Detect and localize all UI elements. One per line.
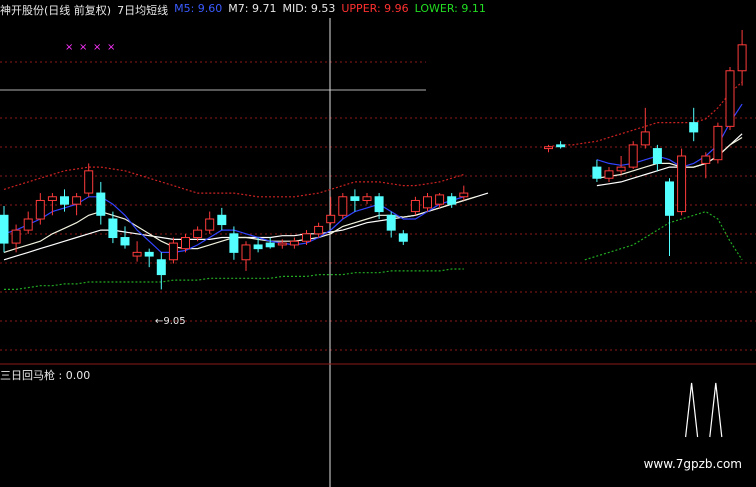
candle-body-up — [168, 242, 178, 261]
legend-mid: MID: 9.53 — [282, 2, 336, 15]
candle-body-up — [410, 199, 420, 213]
candle-body-up — [72, 196, 82, 205]
candles — [0, 30, 747, 290]
signal-marker: × — [93, 42, 101, 53]
candle-body-up — [737, 44, 747, 72]
candle-body-up — [241, 244, 251, 261]
legend-indicator-name: 7日均短线 — [117, 4, 169, 17]
candle-body-up — [423, 196, 432, 209]
candle-body-down — [120, 237, 130, 246]
candle-body-up — [193, 229, 203, 239]
legend-m7: M7: 9.71 — [228, 2, 277, 15]
candle-body-up — [181, 237, 190, 250]
candle-body-down — [386, 214, 396, 231]
candle-body-down — [96, 192, 106, 216]
candle-body-up — [616, 166, 626, 172]
signal-marks: × × × × — [65, 42, 115, 53]
signal-marker: × — [107, 42, 115, 53]
candle-body-up — [84, 170, 94, 194]
candle-body-up — [132, 251, 142, 257]
candle-body-down — [665, 181, 674, 216]
candle-body-down — [374, 196, 384, 213]
candle-body-up — [35, 199, 45, 220]
candle-body-up — [677, 155, 687, 213]
candle-body-up — [701, 155, 711, 164]
candle-body-up — [205, 218, 215, 231]
candle-body-up — [338, 196, 348, 216]
candle-body-up — [11, 229, 21, 244]
candle-body-up — [713, 125, 723, 161]
candle-body-down — [689, 122, 699, 133]
candle-body-up — [725, 70, 735, 127]
signal-marker: × — [65, 42, 73, 53]
candle-body-up — [23, 218, 33, 231]
candle-body-up — [47, 196, 57, 201]
candle-body-up — [604, 170, 614, 179]
low-price-annotation: ←9.05 — [155, 316, 186, 327]
sub-signal-spike — [685, 382, 699, 438]
legend-lower: LOWER: 9.11 — [414, 2, 486, 15]
candle-body-up — [544, 146, 553, 150]
candle-body-down — [156, 259, 166, 276]
candle-body-down — [229, 233, 239, 253]
candle-body-down — [652, 148, 662, 164]
legend-stock-name: 神开股份(日线 前复权) — [0, 4, 112, 17]
candle-body-up — [435, 194, 445, 205]
candle-body-up — [289, 240, 299, 246]
candle-body-down — [0, 214, 9, 244]
candle-body-down — [60, 196, 69, 205]
kline-chart[interactable]: × × × × ←9.05 — [0, 0, 756, 487]
indicator-lines — [3, 81, 743, 290]
signal-marker: × — [79, 42, 87, 53]
candle-body-down — [144, 251, 154, 257]
candle-body-down — [592, 166, 602, 179]
candle-body-down — [108, 218, 118, 239]
sub-signal-spike — [709, 382, 723, 438]
candle-body-up — [640, 131, 650, 146]
candle-body-up — [459, 192, 469, 198]
candle-body-down — [398, 233, 408, 242]
legend-upper: UPPER: 9.96 — [341, 2, 409, 15]
candle-body-down — [447, 196, 457, 205]
candle-body-down — [217, 214, 227, 226]
candle-body-down — [253, 244, 263, 250]
candle-body-up — [302, 233, 311, 242]
main-legend: 神开股份(日线 前复权) 7日均短线 M5: 9.60 M7: 9.71 MID… — [0, 2, 492, 18]
candle-body-up — [314, 225, 324, 235]
candle-body-down — [556, 144, 566, 148]
upper-band-line — [3, 81, 743, 198]
candle-body-down — [350, 196, 360, 201]
candle-body-up — [326, 214, 336, 224]
watermark: www.7gpzb.com — [643, 457, 742, 471]
candle-body-up — [628, 144, 638, 168]
sub-indicator-legend: 三日回马枪 : 0.00 — [0, 369, 91, 382]
candle-body-up — [362, 196, 372, 201]
legend-m5: M5: 9.60 — [174, 2, 223, 15]
candle-body-down — [265, 242, 275, 248]
sub-indicator-panel — [685, 382, 723, 438]
candle-body-up — [277, 242, 287, 246]
